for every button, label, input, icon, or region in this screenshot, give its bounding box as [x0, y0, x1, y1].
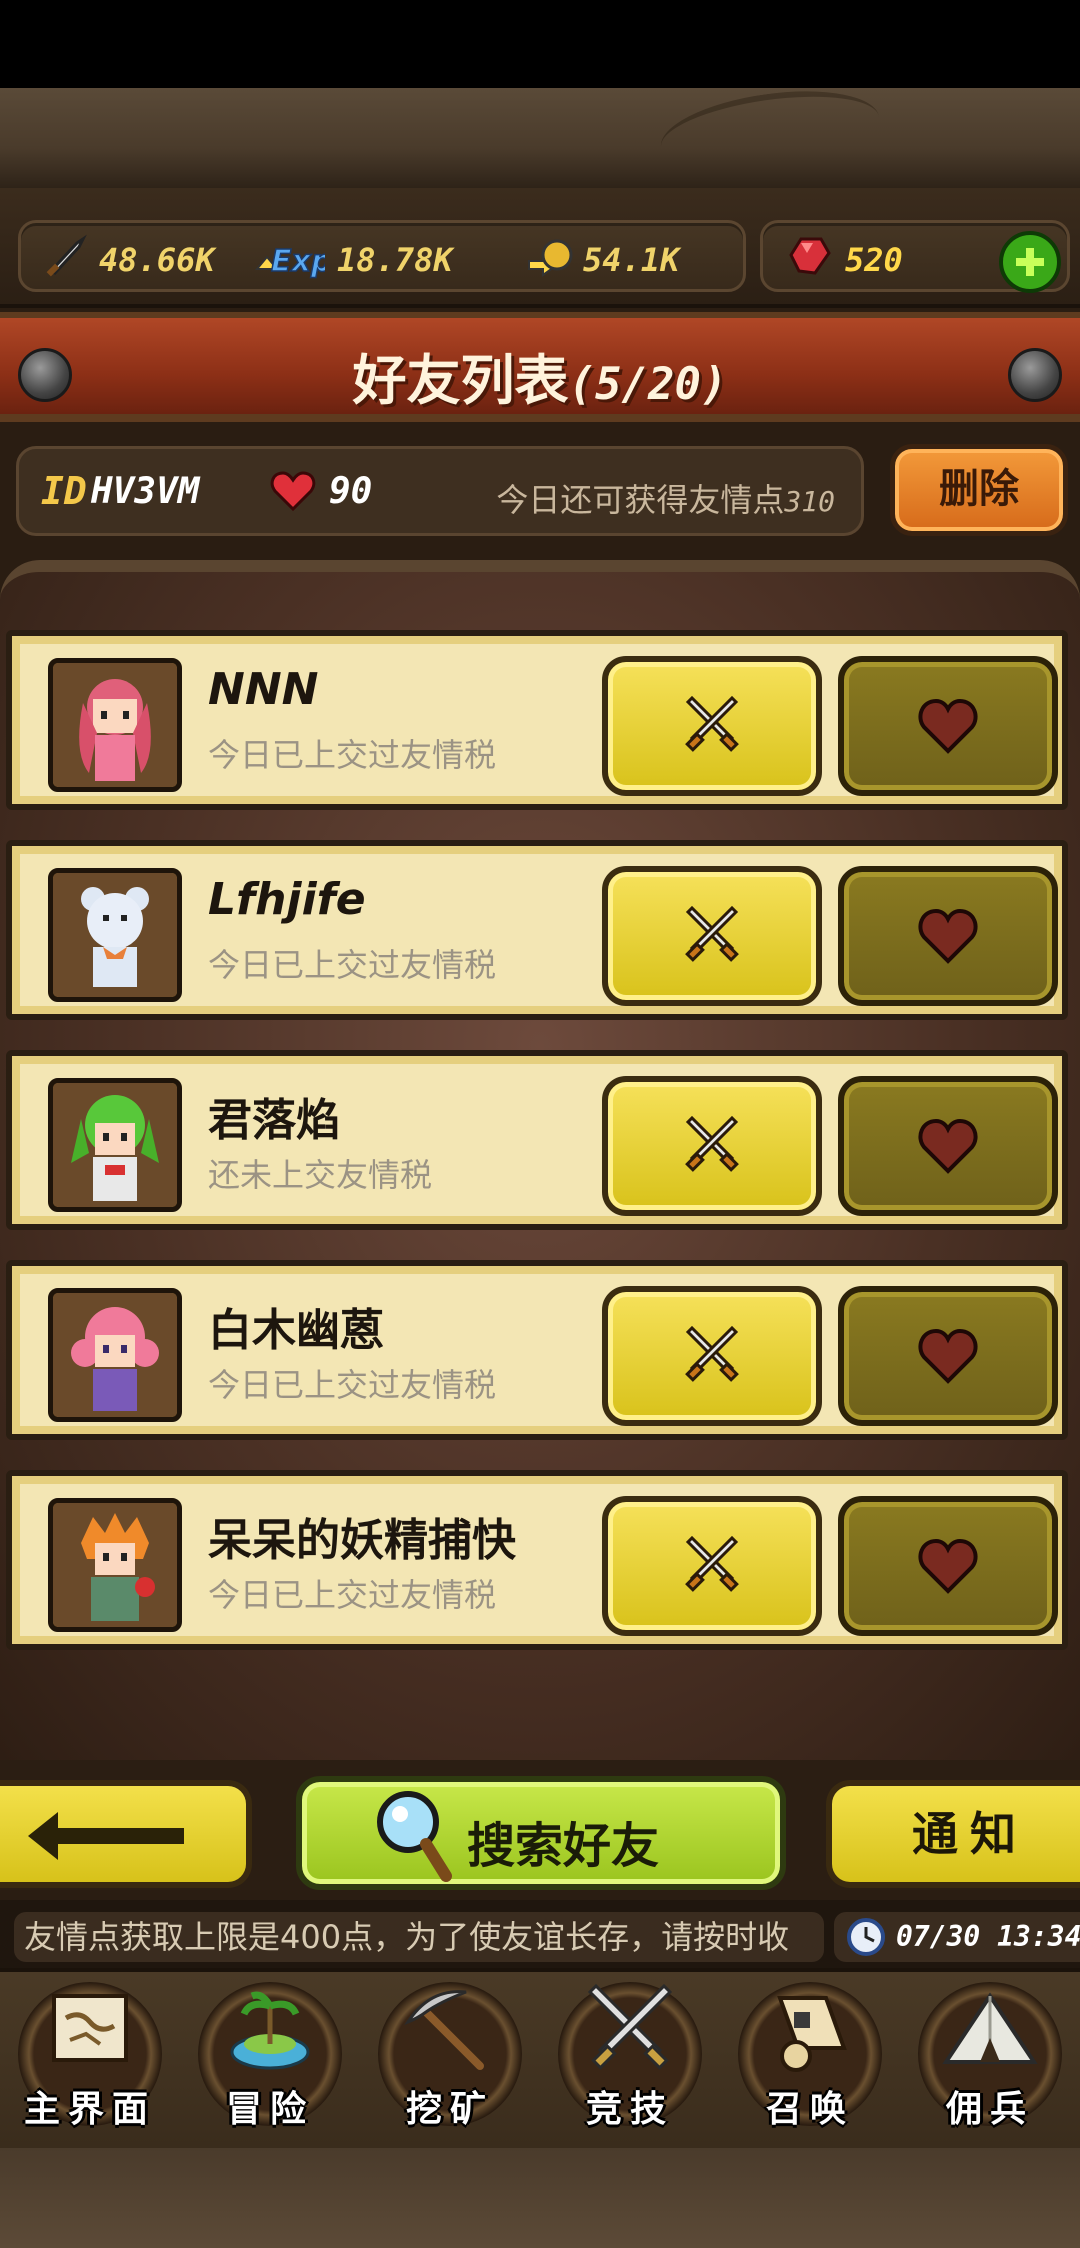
clock: 07/30 13:34: [834, 1912, 1080, 1962]
nav-label: 挖矿: [405, 2089, 494, 2130]
send-heart-button[interactable]: [838, 1496, 1058, 1636]
friend-row: NNN 今日已上交过友情税: [6, 630, 1068, 810]
avatar[interactable]: [48, 658, 182, 792]
clock-icon: [847, 1918, 885, 1956]
gold-value: 54.1K: [583, 241, 680, 279]
friend-row: 白木幽蒽 今日已上交过友情税: [6, 1260, 1068, 1440]
id-value: HV3VM: [91, 471, 200, 512]
status-bar: [0, 0, 1080, 88]
svg-text:Exp: Exp: [271, 244, 325, 279]
friendship-points-value: 310: [784, 485, 835, 518]
gems-value: 520: [845, 241, 903, 279]
page-title: 好友列表(5/20): [0, 336, 1080, 415]
resource-pill-main: 48.66K Exp 18.78K 54.1K: [18, 220, 746, 292]
nav-item-main[interactable]: 主界面: [0, 1972, 180, 2152]
battle-button[interactable]: [602, 1286, 822, 1426]
page-title-text: 好友列表: [352, 349, 569, 412]
send-heart-button[interactable]: [838, 1076, 1058, 1216]
player-info-bar: ID HV3VM 90 今日还可获得友情点310: [16, 446, 864, 536]
crossed-swords-icon: [685, 1325, 739, 1382]
friend-count: (5/20): [568, 359, 728, 410]
friend-row: 君落焰 还未上交友情税: [6, 1050, 1068, 1230]
friend-name: 白木幽蒽: [208, 1305, 384, 1356]
battle-button[interactable]: [602, 1496, 822, 1636]
back-button[interactable]: [0, 1780, 252, 1888]
friend-row: Lfhjife 今日已上交过友情税: [6, 840, 1068, 1020]
avatar[interactable]: [48, 1288, 182, 1422]
nav-item-adventure[interactable]: 冒险: [180, 1972, 360, 2152]
info-ticker: 友情点获取上限是400点，为了使友谊长存，请按时收 07/30 13:34: [0, 1900, 1080, 1968]
ticker-text: 友情点获取上限是400点，为了使友谊长存，请按时收: [14, 1912, 824, 1962]
friend-name: 呆呆的妖精捕快: [208, 1515, 516, 1566]
attack-value: 48.66K: [99, 241, 215, 279]
heart-icon: [918, 1538, 978, 1594]
heart-icon: [918, 1118, 978, 1174]
resource-pill-gems: 520: [760, 220, 1070, 293]
bottom-nav: 主界面 冒险 挖矿 竞技 召唤 佣兵: [0, 1968, 1080, 2148]
map-background: [0, 88, 1080, 188]
gold-icon: [525, 235, 575, 281]
heart-icon: [918, 1328, 978, 1384]
friend-status: 今日已上交过友情税: [208, 1576, 497, 1614]
crossed-swords-icon: [685, 905, 739, 962]
heart-icon: [918, 698, 978, 754]
title-banner: 好友列表(5/20): [0, 312, 1080, 422]
heart-icon: [269, 469, 317, 513]
friend-status: 还未上交友情税: [208, 1156, 433, 1194]
send-heart-button[interactable]: [838, 1286, 1058, 1426]
id-label: ID: [41, 469, 87, 513]
clock-time: 07/30 13:34: [896, 1920, 1080, 1953]
heart-icon: [918, 908, 978, 964]
crossed-swords-icon: [685, 695, 739, 752]
exp-icon: Exp: [253, 235, 325, 279]
friend-name: NNN: [208, 664, 319, 715]
battle-button[interactable]: [602, 656, 822, 796]
pickaxe-icon: [404, 1990, 484, 2070]
exp-value: 18.78K: [337, 241, 453, 279]
summon-scroll-icon: [777, 1996, 847, 2072]
avatar[interactable]: [48, 868, 182, 1002]
nav-label: 冒险: [225, 2089, 314, 2130]
friend-status: 今日已上交过友情税: [208, 946, 497, 984]
footer-background: [0, 2148, 1080, 2248]
send-heart-button[interactable]: [838, 656, 1058, 796]
hearts-value: 90: [329, 471, 373, 512]
nav-item-mining[interactable]: 挖矿: [360, 1972, 540, 2152]
ruby-icon: [785, 233, 833, 279]
search-friends-button[interactable]: 搜索好友: [296, 1776, 786, 1890]
search-friends-label: 搜索好友: [467, 1818, 660, 1874]
add-gems-icon[interactable]: [999, 231, 1061, 293]
delete-button[interactable]: 删除: [890, 444, 1068, 536]
nav-item-summon[interactable]: 召唤: [720, 1972, 900, 2152]
crossed-swords-icon: [685, 1115, 739, 1172]
nav-label: 佣兵: [945, 2089, 1034, 2130]
tent-icon: [942, 1992, 1038, 2064]
friend-status: 今日已上交过友情税: [208, 1366, 497, 1404]
island-icon: [230, 1991, 310, 2070]
nav-label: 竞技: [585, 2089, 674, 2130]
friend-name: 君落焰: [208, 1095, 340, 1146]
sword-icon: [41, 231, 91, 281]
crossed-swords-icon: [685, 1535, 739, 1592]
magnifier-icon: [377, 1791, 452, 1882]
crossed-swords-icon: [587, 1983, 673, 2070]
friend-status: 今日已上交过友情税: [208, 736, 497, 774]
arrow-left-icon: [28, 1812, 184, 1860]
notice-button[interactable]: 通知: [826, 1780, 1080, 1888]
nav-item-mercenary[interactable]: 佣兵: [900, 1972, 1080, 2152]
map-scroll-icon: [52, 1994, 128, 2062]
battle-button[interactable]: [602, 1076, 822, 1216]
battle-button[interactable]: [602, 866, 822, 1006]
friendship-points-text: 今日还可获得友情点: [496, 481, 785, 519]
friend-name: Lfhjife: [208, 874, 366, 925]
friend-row: 呆呆的妖精捕快 今日已上交过友情税: [6, 1470, 1068, 1650]
nav-item-arena[interactable]: 竞技: [540, 1972, 720, 2152]
send-heart-button[interactable]: [838, 866, 1058, 1006]
friendship-points-remaining: 今日还可获得友情点310: [496, 475, 835, 521]
nav-label: 主界面: [23, 2089, 156, 2130]
avatar[interactable]: [48, 1498, 182, 1632]
nav-label: 召唤: [765, 2089, 854, 2130]
avatar[interactable]: [48, 1078, 182, 1212]
